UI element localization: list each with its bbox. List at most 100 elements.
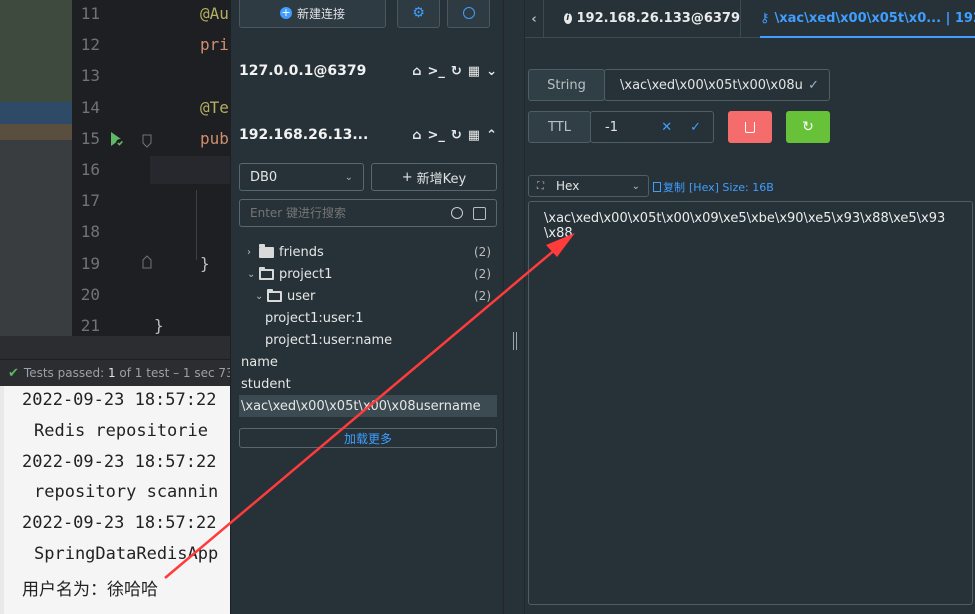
chevron-down-icon: ⌄ (631, 180, 640, 192)
chevron-down-icon[interactable]: ⌄ (486, 64, 497, 79)
indent-guide (196, 190, 197, 260)
refresh-button[interactable]: ↻ (786, 111, 830, 143)
terminal-icon[interactable]: >_ (427, 64, 444, 79)
console-line: SpringDataRedisApp (34, 544, 219, 564)
key-icon: ⚷ (760, 10, 770, 26)
editor-left-strip-lower (0, 140, 72, 336)
key-name-value: \xac\xed\x00\x05t\x00\x08usern (620, 77, 803, 93)
value-viewer[interactable]: \xac\xed\x00\x05t\x00\x09\xe5\xbe\x90\xe… (528, 201, 973, 605)
tree-key[interactable]: project1:user:name (239, 329, 497, 351)
console-line: 2022-09-23 18:57:22 (22, 451, 217, 472)
line-number: 21 (80, 316, 100, 335)
copy-icon[interactable] (653, 182, 661, 192)
code-editor[interactable]: 11 @Au 12 pri 13 14 @Te 15 pub 16 17 18 19} 20 21} (0, 0, 232, 336)
gear-icon: ⚙ (412, 5, 425, 21)
ttl-label: TTL (528, 111, 591, 143)
search-box[interactable] (239, 199, 497, 227)
info-icon: i (564, 13, 572, 24)
chevron-down-icon[interactable]: ⌄ (255, 291, 267, 302)
home-icon[interactable]: ⌂ (412, 64, 421, 79)
tree-key[interactable]: student (239, 373, 497, 395)
key-detail-panel: ‹ i 192.168.26.133@6379 ⚷ \xac\xed\x00\x… (525, 0, 975, 614)
drag-handle-icon[interactable] (513, 332, 517, 350)
tab-key[interactable]: ⚷ \xac\xed\x00\x05t\x0... | 192.16 (760, 0, 975, 38)
editor-left-strip (0, 0, 72, 102)
settings-button[interactable]: ⚙ (397, 0, 440, 28)
folder-open-icon (259, 266, 274, 280)
check-icon[interactable]: ✓ (690, 120, 701, 135)
search-icon[interactable] (451, 207, 463, 219)
terminal-icon[interactable]: >_ (427, 128, 444, 143)
check-icon[interactable]: ✓ (808, 78, 819, 93)
tab-key-label: \xac\xed\x00\x05t\x0... | 192.16 (774, 10, 975, 26)
tab-server[interactable]: i 192.168.26.133@6379 (544, 0, 741, 38)
line-number: 18 (80, 222, 100, 242)
grid-icon[interactable]: ▦ (468, 128, 480, 143)
chevron-down-icon[interactable]: ⌄ (247, 269, 259, 280)
tree-item-label: user (287, 288, 316, 304)
console-output[interactable]: 2022-09-23 18:57:22 Redis repositorie 2022… (0, 386, 232, 614)
connection-row-remote[interactable]: 192.168.26.13... ⌂ >_ ↻ ▦ ⌃ (239, 124, 497, 146)
code-line[interactable]: pri (200, 35, 229, 54)
code-line[interactable]: @Te (200, 98, 229, 117)
history-button[interactable] (447, 0, 490, 28)
tree-item-count: (2) (474, 289, 491, 303)
current-line-highlight (150, 156, 232, 184)
code-line[interactable]: } (200, 254, 210, 273)
tree-folder[interactable]: ⌄ project1 (2) (239, 263, 497, 285)
value-text: \xac\xed\x00\x05t\x00\x09\xe5\xbe\x90\xe… (544, 211, 946, 241)
console-line: 2022-09-23 18:57:22 (22, 390, 217, 410)
key-type-label: String (528, 69, 605, 101)
test-results-bar: ✔ Tests passed: 1 of 1 test – 1 sec 734 (0, 359, 232, 386)
grid-icon[interactable]: ▦ (468, 64, 480, 79)
delete-button[interactable] (728, 111, 772, 143)
connection-row-local[interactable]: 127.0.0.1@6379 ⌂ >_ ↻ ▦ ⌄ (239, 60, 497, 82)
close-icon[interactable]: ✕ (661, 120, 672, 135)
format-select[interactable]: ⛶ Hex ⌄ (528, 175, 649, 197)
folder-icon (259, 243, 274, 258)
panel-splitter[interactable] (503, 0, 525, 614)
search-input[interactable] (250, 206, 451, 220)
tree-item-label: student (241, 376, 291, 392)
tree-item-label: project1:user:1 (265, 310, 364, 326)
tree-item-label: name (241, 354, 278, 370)
refresh-icon[interactable]: ↻ (451, 128, 462, 143)
tree-key[interactable]: project1:user:1 (239, 307, 497, 329)
new-connection-button[interactable]: + 新建连接 (239, 0, 386, 28)
line-number: 17 (80, 191, 100, 211)
tree-key[interactable]: name (239, 351, 497, 373)
load-more-button[interactable]: 加载更多 (239, 428, 497, 448)
add-key-button[interactable]: + 新增Key (371, 163, 497, 191)
line-number: 11 (80, 4, 100, 23)
chevron-right-icon[interactable]: › (247, 247, 259, 258)
line-number: 12 (80, 35, 100, 55)
line-number: 16 (80, 160, 100, 179)
tree-item-label: friends (279, 244, 324, 260)
tab-server-label: 192.168.26.133@6379 (576, 11, 741, 26)
refresh-icon[interactable]: ↻ (451, 64, 462, 79)
editor-highlight-strip (0, 124, 72, 140)
check-icon: ✔ (8, 365, 19, 381)
copy-link[interactable]: 复制 (663, 179, 685, 195)
tab-scroll-left-button[interactable]: ‹ (525, 0, 544, 38)
tree-folder[interactable]: ⌄ user (2) (239, 285, 497, 307)
tree-folder[interactable]: › friends (2) (239, 241, 497, 263)
test-detail: of 1 test – 1 sec 734 (119, 366, 232, 380)
code-line[interactable]: pub (200, 129, 229, 148)
fold-icon[interactable] (142, 133, 152, 148)
key-name-field[interactable]: \xac\xed\x00\x05t\x00\x08usern ✓ (604, 69, 830, 101)
home-icon[interactable]: ⌂ (412, 128, 421, 143)
fold-end-icon[interactable] (142, 254, 152, 269)
exact-match-checkbox[interactable] (473, 206, 486, 220)
editor-selection-strip (0, 102, 72, 124)
tree-key[interactable]: \xac\xed\x00\x05t\x00\x08username (239, 395, 497, 417)
run-test-icon[interactable] (106, 129, 126, 149)
console-line: 2022-09-23 18:57:22 (22, 513, 217, 534)
code-line[interactable]: } (154, 316, 164, 335)
db-select[interactable]: DB0 ⌄ (239, 163, 364, 191)
code-line[interactable]: @Au (200, 4, 229, 23)
chevron-up-icon[interactable]: ⌃ (486, 128, 497, 143)
line-number: 15 (80, 128, 100, 148)
line-number: 13 (80, 66, 100, 86)
ttl-field[interactable]: -1 ✕ ✓ (590, 111, 714, 143)
